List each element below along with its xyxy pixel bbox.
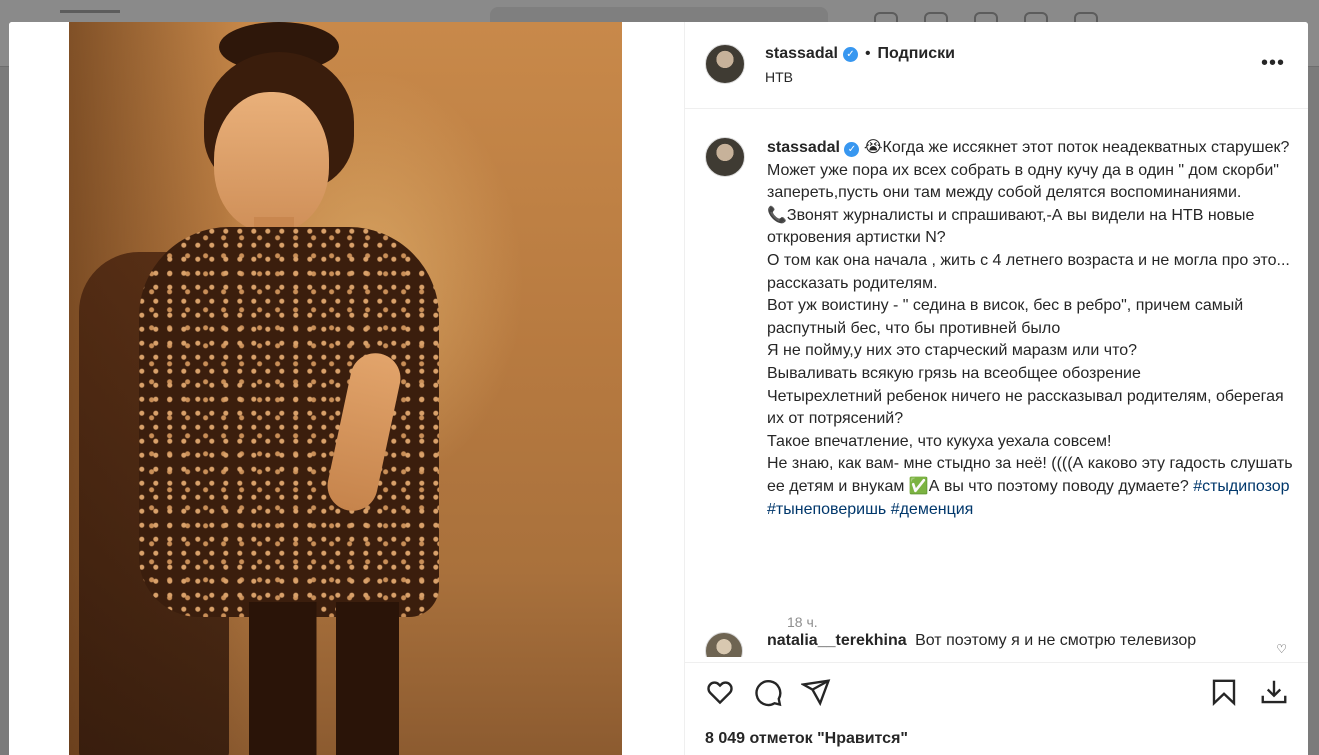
avatar[interactable] [705, 137, 745, 177]
post-side-panel: stassadal ✓ • Подписки НТВ ••• stassadal… [684, 22, 1308, 755]
likes-count[interactable]: 8 049 отметок "Нравится" [705, 730, 908, 748]
comment-username[interactable]: natalia__terekhina [767, 632, 907, 649]
caption-username[interactable]: stassadal [767, 139, 840, 156]
caption-line: Такое впечатление, что кукуха уехала сов… [767, 432, 1112, 450]
post-time[interactable]: 18 ч. [787, 614, 818, 630]
verified-badge-icon: ✓ [844, 142, 860, 157]
caption-line: 😭Когда же иссякнет этот поток неадекватн… [863, 139, 1290, 156]
post-media [9, 22, 684, 755]
post-location[interactable]: НТВ [765, 69, 793, 85]
heart-icon[interactable] [705, 677, 737, 709]
share-icon[interactable] [799, 677, 833, 709]
post-header: stassadal ✓ • Подписки НТВ ••• [685, 22, 1308, 109]
avatar[interactable] [705, 44, 745, 84]
caption-line: Я не пойму,у них это старческий маразм и… [767, 342, 1138, 360]
header-username[interactable]: stassadal [765, 45, 838, 63]
post-modal: stassadal ✓ • Подписки НТВ ••• stassadal… [9, 22, 1308, 755]
comment-text: Вот поэтому я и не смотрю телевизор [915, 632, 1197, 649]
caption-line: Четырехлетний ребенок ничего не рассказы… [767, 387, 1284, 428]
caption-line: Вот уж воистину - " седина в висок, бес … [767, 297, 1244, 337]
caption-line: О том как она начала , жить с 4 летнего … [767, 251, 1290, 292]
bookmark-icon[interactable] [1209, 677, 1241, 709]
post-actions [685, 662, 1308, 713]
avatar[interactable] [705, 632, 743, 657]
comment-icon[interactable] [753, 677, 785, 709]
caption-line: 📞Звонят журналисты и спрашивают,-А вы ви… [767, 206, 1255, 247]
caption-line: Может уже пора их всех собрать в одну ку… [767, 161, 1279, 202]
caption-line: Вываливать всякую грязь на всеобщее обоз… [767, 364, 1141, 382]
following-button[interactable]: Подписки [878, 45, 955, 63]
caption-text: stassadal ✓ 😭Когда же иссякнет этот пото… [767, 137, 1297, 521]
comment-item: natalia__terekhina Вот поэтому я и не см… [705, 632, 1295, 657]
more-options-button[interactable]: ••• [1261, 52, 1285, 75]
comment-like-icon[interactable]: ♡ [1276, 642, 1287, 656]
download-icon[interactable] [1259, 677, 1291, 709]
comments-list[interactable]: stassadal ✓ 😭Когда же иссякнет этот пото… [685, 109, 1308, 657]
verified-badge-icon: ✓ [842, 46, 858, 62]
